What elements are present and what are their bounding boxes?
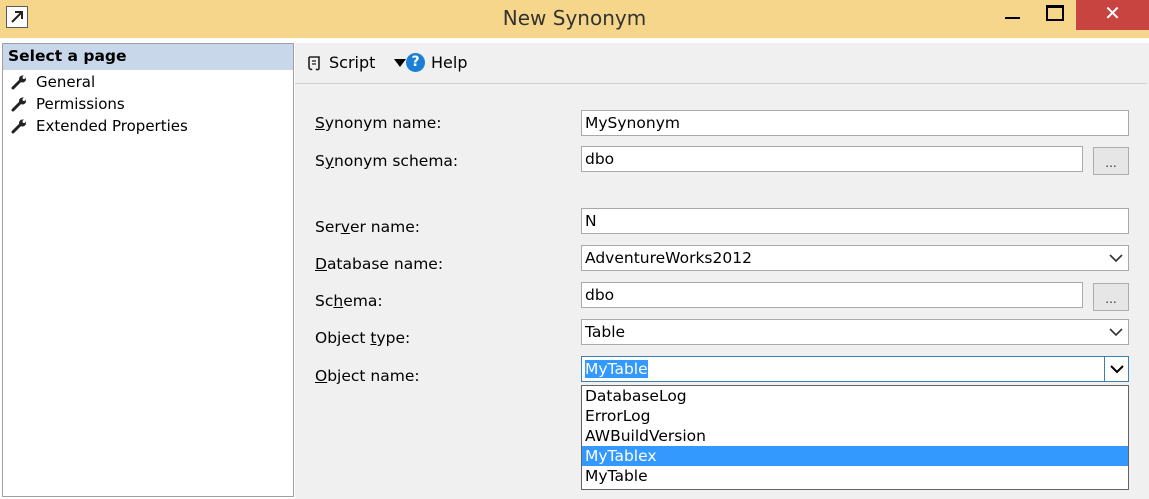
page-item-general[interactable]: General (11, 72, 281, 94)
label-mnemonic: v (340, 218, 350, 236)
chevron-down-icon[interactable] (1104, 357, 1128, 381)
chevron-down-icon[interactable] (1107, 249, 1125, 267)
page-item-permissions[interactable]: Permissions (11, 94, 281, 116)
select-page-pane: Select a page General Permissions Extend… (2, 43, 294, 497)
page-item-label: Extended Properties (36, 117, 188, 135)
help-label: Help (431, 53, 468, 72)
minimize-button[interactable] (992, 0, 1032, 30)
label-text: ema: (343, 292, 383, 310)
label-text: Object (315, 329, 371, 347)
minimize-icon (1005, 17, 1020, 19)
title-bar[interactable]: New Synonym ✕ (0, 0, 1149, 38)
object-name-dropdown[interactable]: MyTable (581, 356, 1129, 382)
synonym-schema-label: Synonym schema: (315, 152, 458, 170)
schema-input[interactable]: dbo (581, 282, 1083, 308)
option-databaselog[interactable]: DatabaseLog (582, 386, 1128, 406)
label-text: S (315, 152, 325, 170)
object-name-options-list: DatabaseLog ErrorLog AWBuildVersion MyTa… (581, 385, 1129, 490)
option-errorlog[interactable]: ErrorLog (582, 406, 1128, 426)
wrench-icon (11, 97, 26, 112)
close-icon: ✕ (1104, 1, 1121, 25)
database-name-label: Database name: (315, 255, 443, 273)
schema-browse-button[interactable]: ... (1093, 283, 1129, 311)
object-name-value: MyTable (585, 360, 648, 378)
label-mnemonic: h (333, 292, 344, 310)
label-text: er name: (349, 218, 420, 236)
synonym-name-label: Synonym name: (315, 114, 442, 132)
window-title: New Synonym (502, 6, 647, 30)
wrench-icon (11, 75, 26, 90)
wrench-icon (11, 119, 26, 134)
synonym-schema-browse-button[interactable]: ... (1093, 147, 1129, 175)
database-name-value: AdventureWorks2012 (585, 249, 752, 267)
label-mnemonic: D (315, 255, 327, 273)
label-mnemonic: y (324, 152, 335, 170)
option-mytablex[interactable]: MyTablex (582, 446, 1128, 466)
label-text: ype: (376, 329, 411, 347)
general-page: Script ? Help Synonym name: MySynonym Sy… (295, 43, 1149, 499)
close-button[interactable]: ✕ (1076, 0, 1149, 30)
page-item-extended-properties[interactable]: Extended Properties (11, 116, 281, 138)
maximize-icon (1046, 5, 1064, 21)
chevron-down-icon[interactable] (1107, 323, 1125, 341)
label-text: atabase name: (326, 255, 444, 273)
script-icon (308, 56, 320, 71)
page-item-label: General (36, 73, 96, 91)
label-text: ynonym name: (324, 114, 442, 132)
synonym-name-input[interactable]: MySynonym (581, 110, 1129, 136)
select-page-header: Select a page (3, 44, 293, 70)
label-mnemonic: O (315, 367, 328, 385)
object-type-dropdown[interactable]: Table (581, 319, 1129, 345)
page-item-label: Permissions (36, 95, 125, 113)
toolbar: Script ? Help (295, 43, 1147, 84)
maximize-button[interactable] (1034, 0, 1074, 30)
label-mnemonic: S (315, 114, 325, 132)
server-name-label: Server name: (315, 218, 420, 236)
database-name-dropdown[interactable]: AdventureWorks2012 (581, 245, 1129, 271)
label-text: bject name: (327, 367, 420, 385)
object-name-label: Object name: (315, 367, 420, 385)
object-type-value: Table (585, 323, 626, 341)
script-label: Script (329, 53, 376, 72)
label-text: Sc (315, 292, 334, 310)
synonym-schema-input[interactable]: dbo (581, 146, 1083, 172)
schema-label: Schema: (315, 292, 383, 310)
option-awbuildversion[interactable]: AWBuildVersion (582, 426, 1128, 446)
help-icon: ? (406, 53, 425, 72)
option-mytable[interactable]: MyTable (582, 466, 1128, 486)
server-name-input[interactable]: N (581, 208, 1129, 234)
label-text: nonym schema: (334, 152, 459, 170)
label-text: Ser (315, 218, 341, 236)
script-dropdown-icon[interactable] (394, 59, 406, 67)
object-type-label: Object type: (315, 329, 410, 347)
